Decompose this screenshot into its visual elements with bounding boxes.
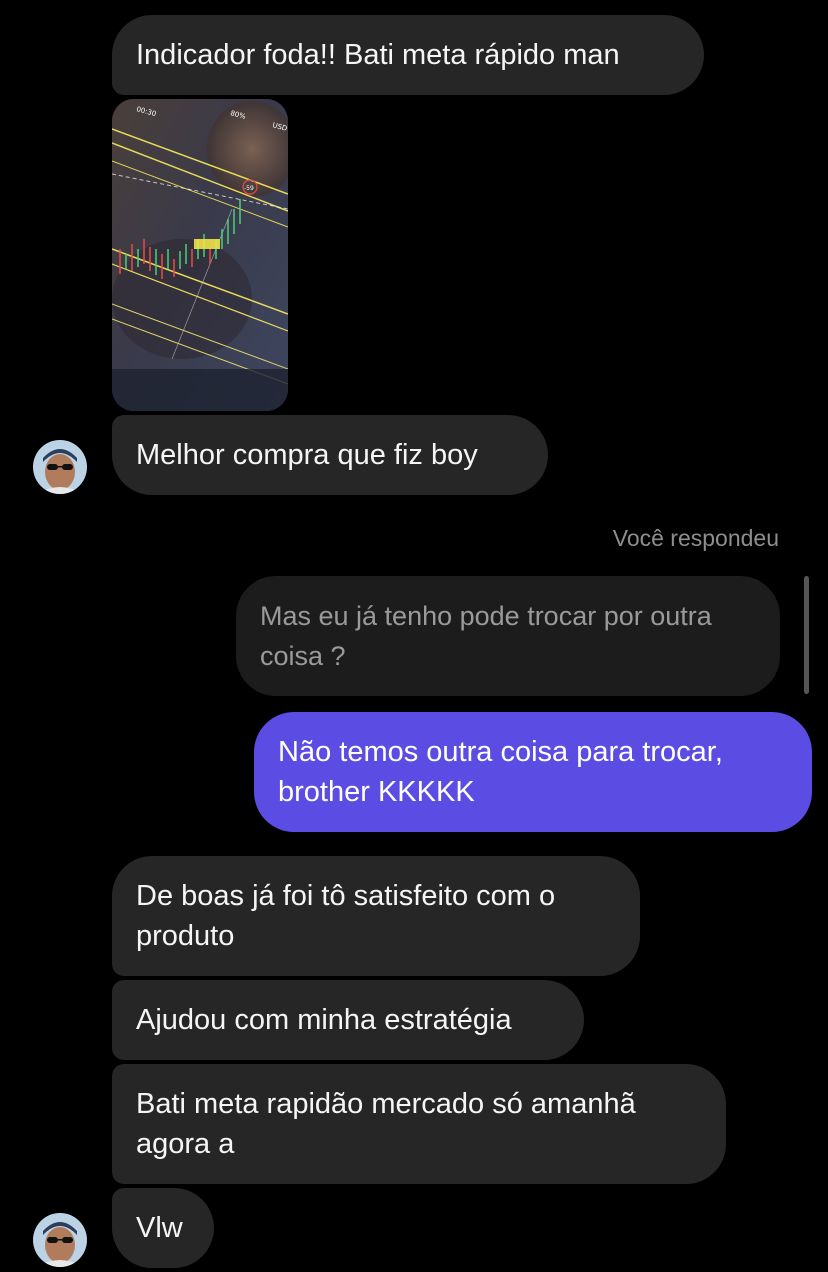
reply-indicator-bar bbox=[804, 576, 809, 694]
message-bubble-incoming[interactable]: De boas já foi tô satisfeito com o produ… bbox=[112, 856, 640, 976]
sender-avatar[interactable] bbox=[33, 1213, 87, 1267]
message-text: Bati meta rapidão mercado só amanhã agor… bbox=[136, 1088, 636, 1160]
message-bubble-incoming[interactable]: Ajudou com minha estratégia bbox=[112, 980, 584, 1060]
avatar-photo bbox=[33, 440, 87, 494]
replied-message-quote[interactable]: Mas eu já tenho pode trocar por outra co… bbox=[236, 576, 780, 696]
message-bubble-incoming[interactable]: Bati meta rapidão mercado só amanhã agor… bbox=[112, 1064, 726, 1184]
quoted-text: Mas eu já tenho pode trocar por outra co… bbox=[260, 601, 712, 671]
photo-message[interactable]: -59 00:30 80% USD bbox=[112, 99, 288, 411]
sender-avatar[interactable] bbox=[33, 440, 87, 494]
message-text: Ajudou com minha estratégia bbox=[136, 1004, 512, 1036]
reply-label: Você respondeu bbox=[612, 525, 779, 551]
message-text: Vlw bbox=[136, 1212, 183, 1244]
price-marker: -59 bbox=[244, 185, 254, 192]
trading-chart-photo: -59 00:30 80% USD bbox=[112, 99, 288, 411]
message-text: De boas já foi tô satisfeito com o produ… bbox=[136, 880, 556, 952]
message-bubble-incoming[interactable]: Melhor compra que fiz boy bbox=[112, 415, 548, 495]
message-bubble-incoming[interactable]: Vlw bbox=[112, 1188, 214, 1268]
message-text: Melhor compra que fiz boy bbox=[136, 439, 478, 471]
message-bubble-outgoing[interactable]: Não temos outra coisa para trocar, broth… bbox=[254, 712, 812, 832]
message-bubble-incoming[interactable]: Indicador foda!! Bati meta rápido man bbox=[112, 15, 704, 95]
message-text: Não temos outra coisa para trocar, broth… bbox=[278, 736, 723, 808]
message-text: Indicador foda!! Bati meta rápido man bbox=[136, 39, 620, 71]
avatar-photo bbox=[33, 1213, 87, 1267]
